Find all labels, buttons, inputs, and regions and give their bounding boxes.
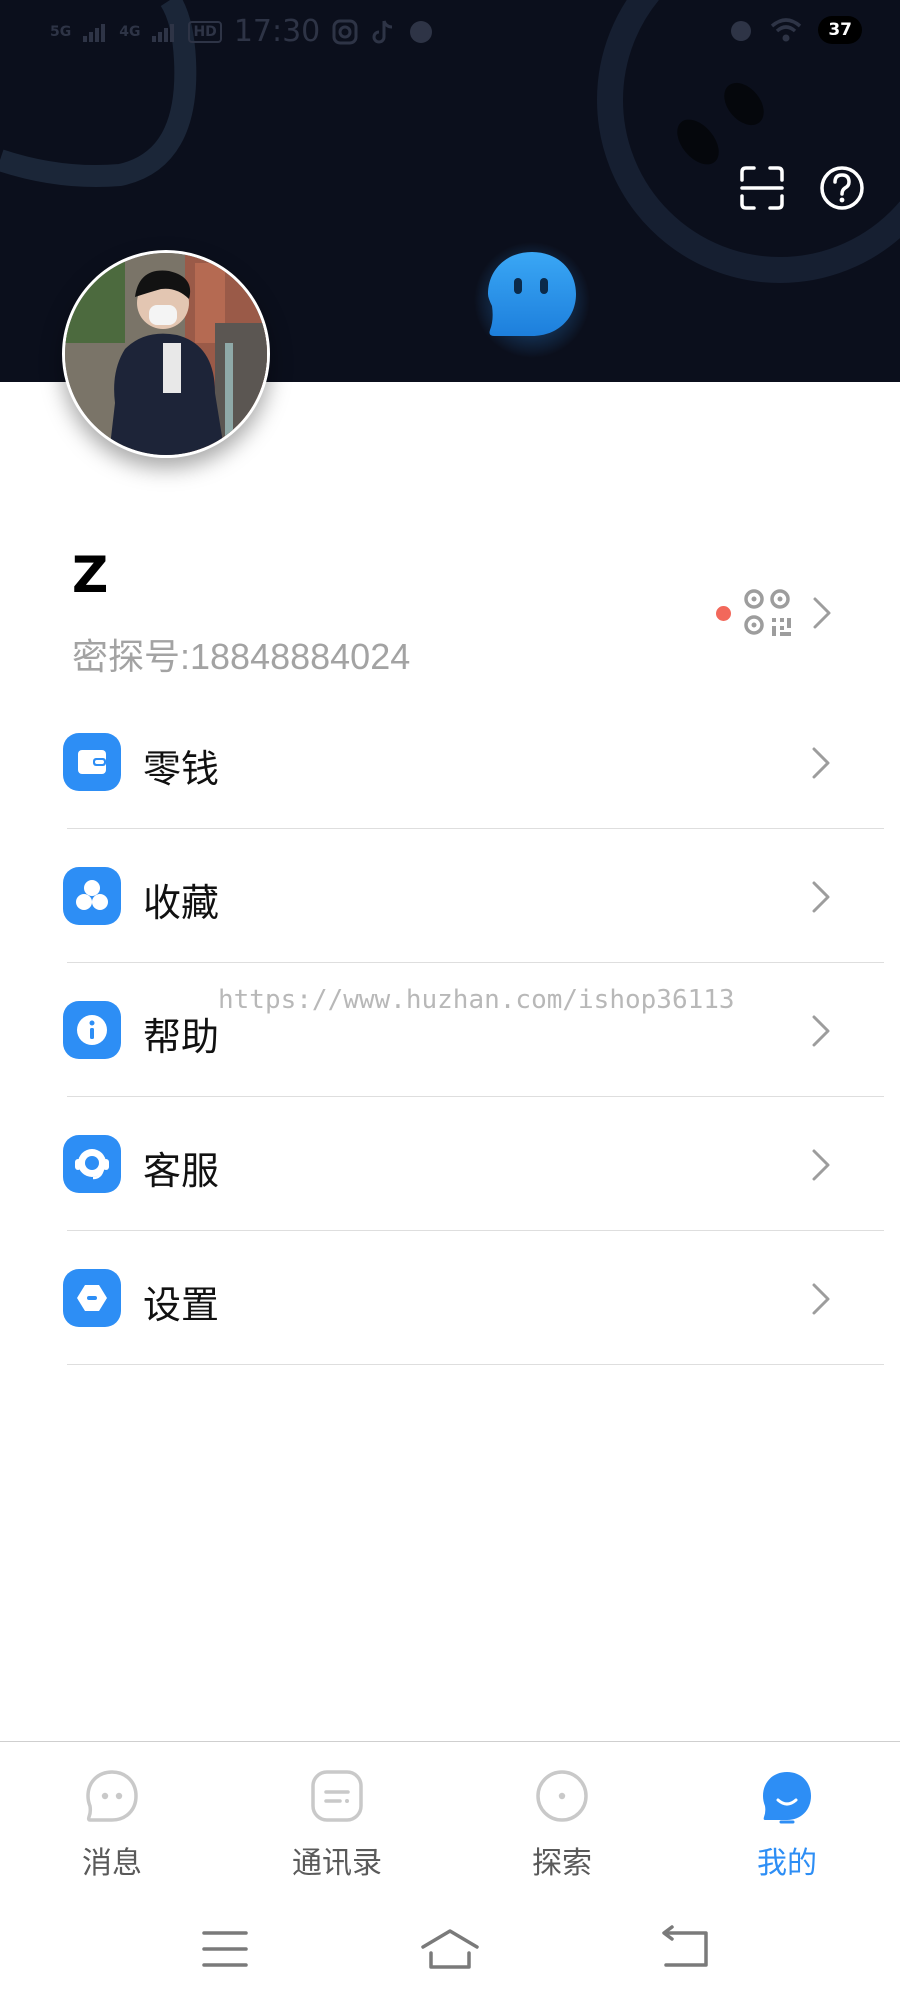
scan-button[interactable] [738,164,786,212]
menu-item-favorites[interactable]: 收藏 [0,829,900,963]
chevron-right-icon [812,1149,830,1181]
battery-level: 37 [818,16,862,44]
settings-icon [63,1269,121,1327]
scan-icon [740,166,784,210]
bottom-tab-bar: 消息 通讯录 探索 我的 [0,1741,900,1896]
tab-label: 我的 [757,1846,817,1881]
headset-icon [63,1135,121,1193]
menu-icon[interactable] [190,1923,260,1975]
wifi-icon [771,18,802,42]
menu-item-settings[interactable]: 设置 [0,1231,900,1365]
explore-icon [536,1770,588,1822]
tab-label: 通讯录 [292,1846,382,1881]
chevron-right-icon [812,1015,830,1047]
qr-code-button[interactable] [716,580,846,646]
status-bar: 5G 4G HD 17:30 37 [0,0,900,70]
signal-5g: 5G [50,23,72,40]
system-navigation-bar [0,1895,900,2000]
hd-badge: HD [188,20,222,43]
tab-explore[interactable]: 探索 [482,1742,642,1896]
avatar[interactable] [62,250,270,458]
tiktok-icon [372,19,393,43]
info-icon [63,1001,121,1059]
chevron-right-icon [812,747,830,779]
tab-me[interactable]: 我的 [707,1742,867,1896]
wallet-icon [63,733,121,791]
home-icon[interactable] [415,1923,485,1975]
chevron-right-icon [812,881,830,913]
tab-label: 探索 [532,1846,592,1881]
tab-messages[interactable]: 消息 [32,1742,192,1896]
back-icon[interactable] [650,1923,720,1975]
status-time: 17:30 [233,14,321,49]
menu-item-customer-service[interactable]: 客服 [0,1097,900,1231]
app-notification-icon [410,20,433,43]
menu-item-label: 客服 [143,1149,220,1193]
chat-mascot-icon [474,242,590,358]
menu-item-label: 收藏 [143,881,220,925]
settings-menu: 零钱 收藏 帮助 客服 设置 [0,695,900,1365]
message-icon [86,1770,138,1822]
divider [67,1364,884,1365]
account-id: 密探号:18848884024 [72,636,411,677]
menu-item-wallet[interactable]: 零钱 [0,695,900,829]
me-icon [763,1772,811,1824]
menu-item-label: 帮助 [143,1015,220,1059]
menu-item-label: 零钱 [143,747,220,791]
chevron-right-icon [813,597,831,629]
question-icon [820,166,864,210]
signal-bars-icon [152,23,175,42]
menu-item-help[interactable]: 帮助 [0,963,900,1097]
tab-contacts[interactable]: 通讯录 [257,1742,417,1896]
signal-bars-icon [83,23,106,42]
contacts-icon [311,1770,363,1822]
notification-dot [716,605,731,621]
signal-4g: 4G [119,23,141,40]
alarm-icon [731,21,752,41]
username: Z [72,546,109,604]
instagram-icon [332,19,358,44]
watermark: https://www.huzhan.com/ishop36113 [218,985,735,1015]
help-button[interactable] [818,164,866,212]
avatar-photo [65,253,267,455]
menu-item-label: 设置 [143,1283,220,1327]
favorites-icon [63,867,121,925]
qr-code-icon [744,589,791,636]
chevron-right-icon [812,1283,830,1315]
tab-label: 消息 [82,1846,142,1881]
